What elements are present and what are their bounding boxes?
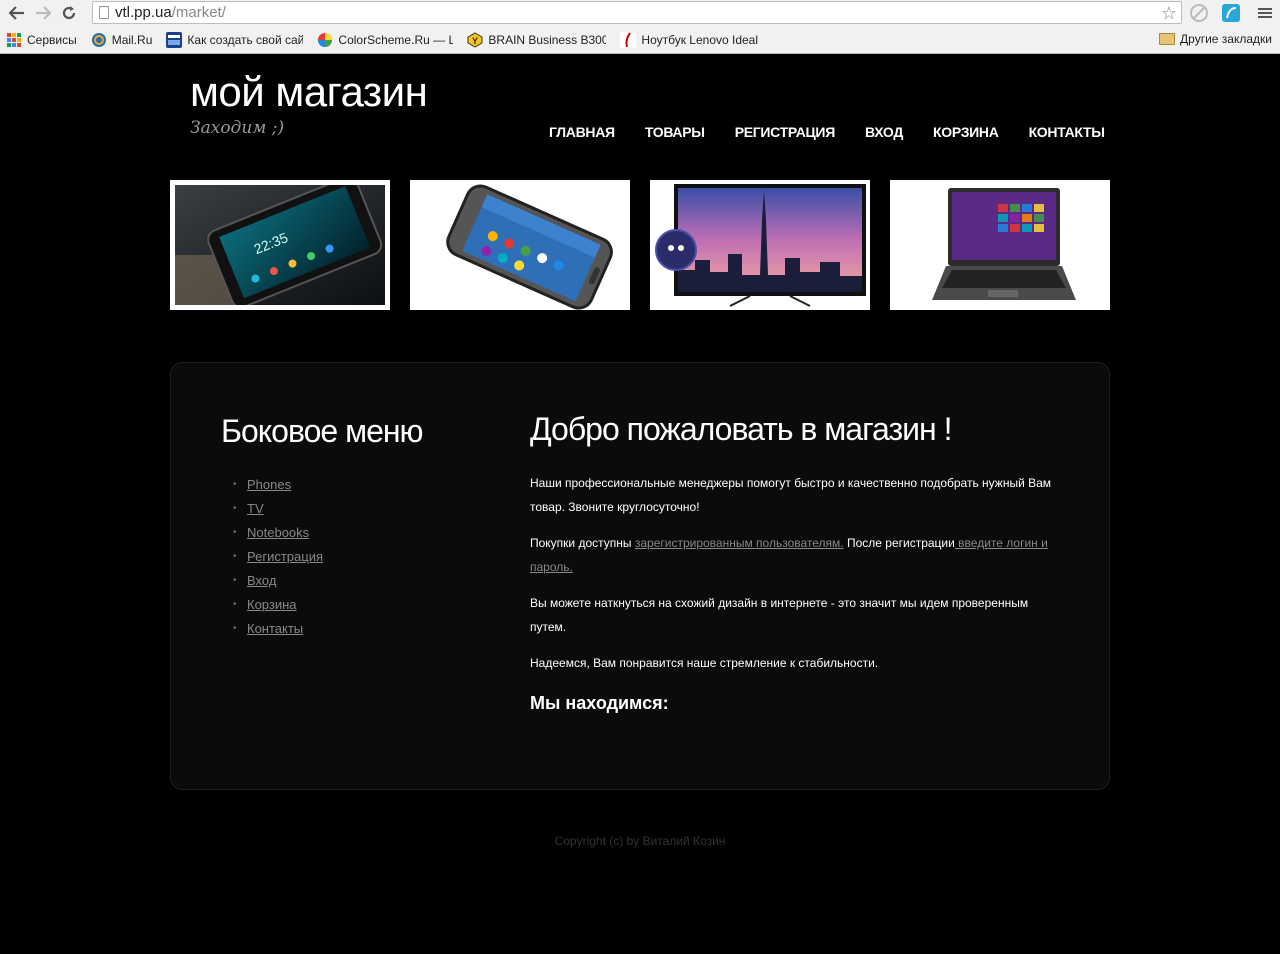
forward-arrow-icon — [36, 6, 51, 20]
bookmark-label: Как создать свой сай — [187, 32, 304, 47]
main-menu: ГЛАВНАЯ ТОВАРЫ РЕГИСТРАЦИЯ ВХОД КОРЗИНА … — [549, 124, 1135, 140]
site-logo[interactable]: мой магазин — [190, 68, 428, 116]
bookmarks-bar: Сервисы Mail.Ru Как создать свой сай Col… — [0, 26, 1280, 54]
tv-image — [650, 180, 870, 310]
thumb-tv[interactable] — [650, 180, 870, 310]
lenovo-icon — [620, 31, 637, 48]
page-icon — [99, 6, 109, 19]
site-icon — [166, 31, 183, 48]
other-bookmarks[interactable]: Другие закладки — [1159, 32, 1272, 46]
paragraph-purchases: Покупки доступны зарегистрированным поль… — [530, 531, 1060, 579]
laptop-image — [890, 180, 1110, 310]
url-host: vtl.pp.ua — [115, 4, 172, 21]
sidebar-item: Вход — [233, 569, 323, 593]
sidebar-item: TV — [233, 497, 323, 521]
sidebar-link-cart[interactable]: Корзина — [247, 597, 297, 612]
paragraph-design: Вы можете наткнуться на схожий дизайн в … — [530, 596, 1029, 634]
bookmark-label: BRAIN Business B300 — [488, 32, 607, 47]
sidebar-link-tv[interactable]: TV — [247, 501, 264, 516]
phone-photo-image: 22:35 — [175, 185, 385, 305]
paragraph-managers: Наши профессиональные менеджеры помогут … — [530, 476, 1052, 514]
sidebar-link-notebooks[interactable]: Notebooks — [247, 525, 309, 540]
bookmark-label: Mail.Ru — [111, 32, 153, 47]
bookmark-label: Ноутбук Lenovo Ideal — [641, 32, 759, 47]
bookmark-label: Сервисы — [27, 32, 77, 47]
reload-icon — [62, 6, 76, 20]
sidebar-item: Регистрация — [233, 545, 323, 569]
sidebar-menu: Phones TV Notebooks Регистрация Вход Кор… — [233, 473, 323, 641]
sidebar-link-registration[interactable]: Регистрация — [247, 549, 323, 564]
paragraph-stability: Надеемся, Вам понравится наше стремление… — [530, 656, 879, 670]
location-heading: Мы находимся: — [530, 693, 669, 713]
sidebar-link-login[interactable]: Вход — [247, 573, 276, 588]
menu-products[interactable]: ТОВАРЫ — [645, 124, 705, 140]
bookmark-create-site[interactable]: Как создать свой сай — [166, 31, 304, 48]
menu-contacts[interactable]: КОНТАКТЫ — [1029, 124, 1105, 140]
site: мой магазин Заходим ;) ГЛАВНАЯ ТОВАРЫ РЕ… — [0, 54, 1280, 954]
menu-login[interactable]: ВХОД — [865, 124, 903, 140]
extension-icon[interactable] — [1221, 3, 1241, 23]
bookmark-colorscheme[interactable]: ColorScheme.Ru — Li — [317, 32, 453, 48]
samsung-phone-image — [410, 180, 630, 310]
bookmark-services[interactable]: Сервисы — [6, 32, 77, 48]
content-panel: Боковое меню Phones TV Notebooks Регистр… — [170, 362, 1110, 790]
menu-icon — [1258, 8, 1272, 18]
menu-home[interactable]: ГЛАВНАЯ — [549, 124, 615, 140]
back-button[interactable] — [4, 2, 30, 24]
forward-button[interactable] — [30, 2, 56, 24]
bookmark-lenovo[interactable]: Ноутбук Lenovo Ideal — [620, 31, 760, 48]
bookmark-brain[interactable]: Y BRAIN Business B300 — [467, 31, 607, 48]
chrome-menu-button[interactable] — [1252, 2, 1278, 24]
colorscheme-icon — [318, 32, 333, 47]
bookmark-label: ColorScheme.Ru — Li — [338, 32, 454, 47]
bookmark-mailru[interactable]: Mail.Ru — [91, 32, 153, 48]
reload-button[interactable] — [56, 2, 82, 24]
thumb-samsung-phone[interactable] — [410, 180, 630, 310]
product-thumbnails: 22:35 — [170, 180, 1130, 310]
text: Покупки доступны — [530, 536, 635, 550]
site-slogan: Заходим ;) — [190, 118, 285, 138]
thumb-laptop[interactable] — [890, 180, 1110, 310]
back-arrow-icon — [9, 6, 24, 20]
sidebar-item: Notebooks — [233, 521, 323, 545]
bookmark-star-icon[interactable]: ☆ — [1161, 3, 1177, 23]
other-bookmarks-label: Другие закладки — [1180, 32, 1272, 46]
sidebar-link-phones[interactable]: Phones — [247, 477, 291, 492]
folder-icon — [1159, 33, 1176, 45]
browser-toolbar: vtl.pp.ua/market/ ☆ — [0, 0, 1280, 26]
svg-text:Y: Y — [472, 36, 478, 46]
adblock-extension-icon[interactable] — [1189, 3, 1209, 23]
sidebar-link-contacts[interactable]: Контакты — [247, 621, 303, 636]
url-path: /market/ — [171, 4, 226, 21]
sidebar-item: Phones — [233, 473, 323, 497]
menu-cart[interactable]: КОРЗИНА — [933, 124, 999, 140]
welcome-text: Наши профессиональные менеджеры помогут … — [530, 471, 1060, 687]
apps-grid-icon — [7, 32, 21, 47]
sidebar-item: Контакты — [233, 617, 323, 641]
welcome-title: Добро пожаловать в магазин ! — [530, 411, 952, 447]
sidebar-title: Боковое меню — [221, 413, 424, 449]
thumb-phone-photo[interactable]: 22:35 — [170, 180, 390, 310]
text: После регистрации — [843, 536, 955, 550]
mailru-icon — [91, 32, 106, 47]
registered-users-link[interactable]: зарегистрированным пользователям. — [635, 536, 844, 550]
sidebar-item: Корзина — [233, 593, 323, 617]
address-bar[interactable]: vtl.pp.ua/market/ ☆ — [92, 1, 1182, 24]
menu-registration[interactable]: РЕГИСТРАЦИЯ — [735, 124, 836, 140]
brain-icon: Y — [467, 31, 483, 48]
footer-copyright: Copyright (c) by Виталий Козин — [554, 834, 726, 848]
